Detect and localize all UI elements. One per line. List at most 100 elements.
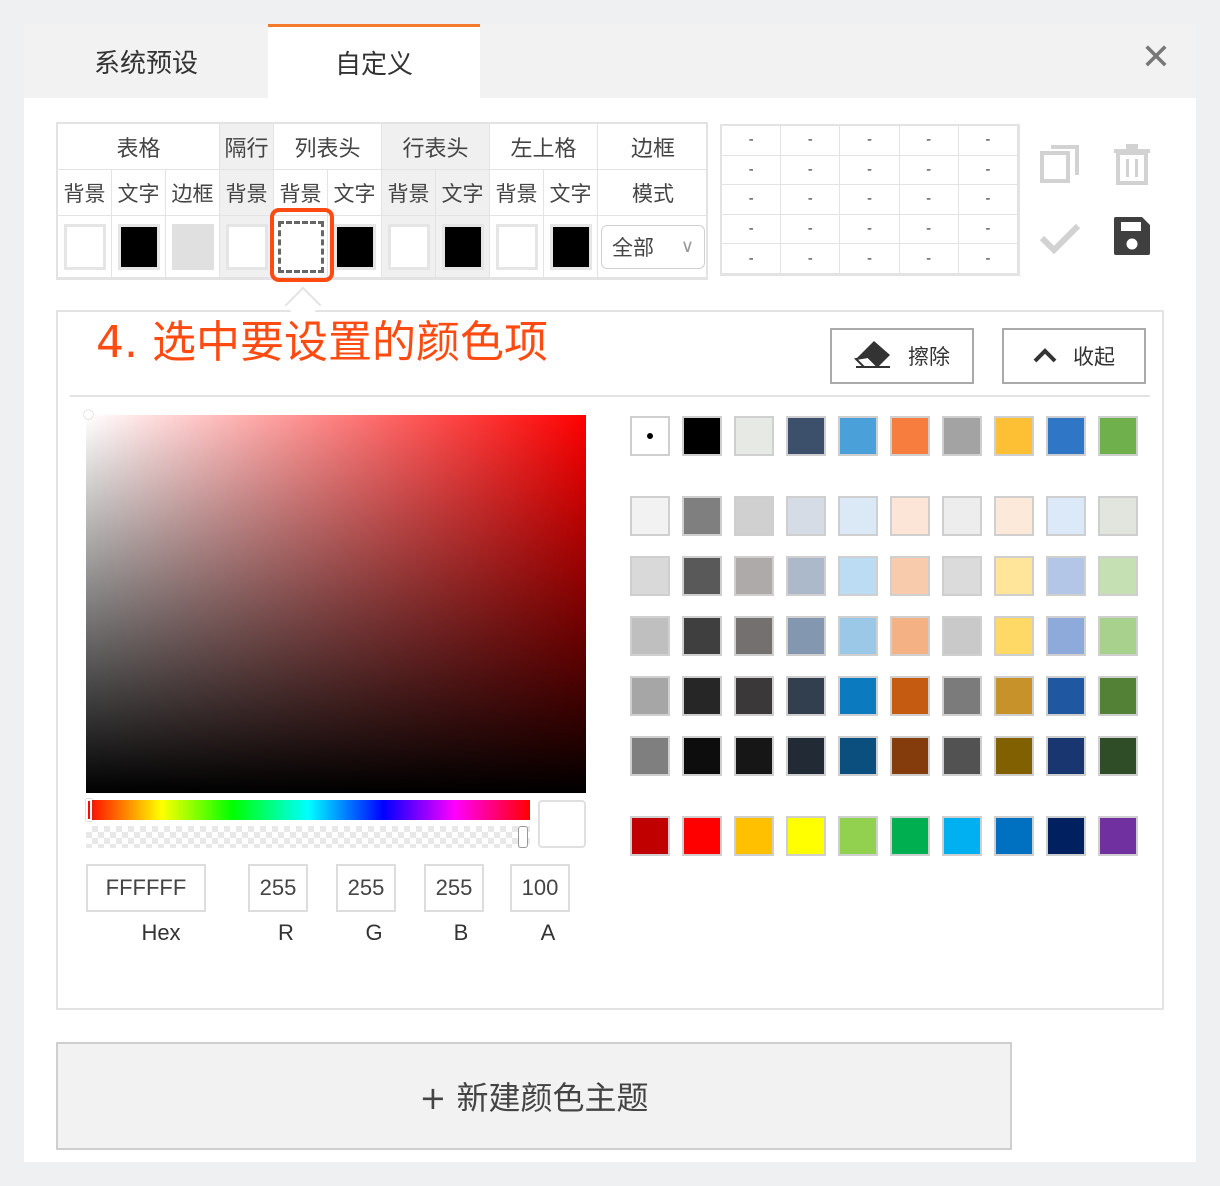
palette-swatch[interactable] xyxy=(994,416,1034,456)
palette-swatch[interactable] xyxy=(838,416,878,456)
palette-swatch[interactable] xyxy=(1098,816,1138,856)
column-header-bg-swatch[interactable] xyxy=(277,220,324,273)
table-text-swatch[interactable] xyxy=(117,223,160,270)
table-border-swatch[interactable] xyxy=(171,223,214,270)
palette-swatch[interactable] xyxy=(890,816,930,856)
alpha-handle[interactable] xyxy=(518,826,528,848)
palette-swatch[interactable] xyxy=(734,416,774,456)
palette-swatch[interactable] xyxy=(942,736,982,776)
sv-cursor[interactable] xyxy=(84,410,93,419)
saturation-value-area[interactable] xyxy=(86,415,586,793)
top-left-bg-swatch[interactable] xyxy=(495,223,538,270)
palette-swatch[interactable] xyxy=(734,556,774,596)
palette-swatch[interactable] xyxy=(786,816,826,856)
palette-swatch[interactable] xyxy=(942,616,982,656)
palette-swatch[interactable] xyxy=(942,496,982,536)
palette-swatch[interactable] xyxy=(786,676,826,716)
palette-swatch[interactable] xyxy=(1098,416,1138,456)
palette-swatch[interactable] xyxy=(994,816,1034,856)
palette-swatch[interactable] xyxy=(786,736,826,776)
hex-input[interactable] xyxy=(86,864,206,912)
palette-swatch[interactable] xyxy=(890,616,930,656)
palette-swatch[interactable] xyxy=(1098,676,1138,716)
palette-swatch-selected[interactable] xyxy=(630,416,670,456)
palette-swatch[interactable] xyxy=(786,556,826,596)
erase-button[interactable]: 擦除 xyxy=(830,328,974,384)
palette-swatch[interactable] xyxy=(734,736,774,776)
palette-swatch[interactable] xyxy=(1046,556,1086,596)
collapse-button[interactable]: 收起 xyxy=(1002,328,1146,384)
border-mode-select[interactable]: 全部 ∨ xyxy=(601,224,705,269)
palette-swatch[interactable] xyxy=(942,556,982,596)
palette-swatch[interactable] xyxy=(682,616,722,656)
palette-swatch[interactable] xyxy=(786,496,826,536)
palette-swatch[interactable] xyxy=(682,496,722,536)
palette-swatch[interactable] xyxy=(838,736,878,776)
palette-swatch[interactable] xyxy=(838,676,878,716)
palette-swatch[interactable] xyxy=(1098,556,1138,596)
check-icon[interactable] xyxy=(1038,216,1082,260)
palette-swatch[interactable] xyxy=(734,496,774,536)
palette-swatch[interactable] xyxy=(682,676,722,716)
top-left-text-swatch[interactable] xyxy=(549,223,592,270)
palette-swatch[interactable] xyxy=(838,816,878,856)
b-input[interactable] xyxy=(424,864,484,912)
save-icon[interactable] xyxy=(1110,214,1154,258)
palette-swatch[interactable] xyxy=(890,496,930,536)
palette-swatch[interactable] xyxy=(1098,616,1138,656)
palette-swatch[interactable] xyxy=(734,616,774,656)
palette-swatch[interactable] xyxy=(630,616,670,656)
row-header-bg-swatch[interactable] xyxy=(387,223,430,270)
palette-swatch[interactable] xyxy=(838,556,878,596)
palette-swatch[interactable] xyxy=(1046,676,1086,716)
new-color-theme-button[interactable]: + 新建颜色主题 xyxy=(56,1042,1012,1150)
palette-swatch[interactable] xyxy=(942,816,982,856)
hue-slider[interactable] xyxy=(86,800,530,820)
palette-swatch[interactable] xyxy=(682,416,722,456)
table-bg-swatch[interactable] xyxy=(63,223,106,270)
tab-system-preset[interactable]: 系统预设 xyxy=(24,24,268,98)
palette-swatch[interactable] xyxy=(994,556,1034,596)
palette-swatch[interactable] xyxy=(682,736,722,776)
r-input[interactable] xyxy=(248,864,308,912)
palette-swatch[interactable] xyxy=(1046,816,1086,856)
palette-swatch[interactable] xyxy=(1046,416,1086,456)
palette-swatch[interactable] xyxy=(682,556,722,596)
palette-swatch[interactable] xyxy=(630,736,670,776)
palette-swatch[interactable] xyxy=(682,816,722,856)
palette-swatch[interactable] xyxy=(890,416,930,456)
palette-swatch[interactable] xyxy=(1046,616,1086,656)
palette-swatch[interactable] xyxy=(890,736,930,776)
trash-icon[interactable] xyxy=(1110,142,1154,186)
palette-swatch[interactable] xyxy=(786,416,826,456)
palette-swatch[interactable] xyxy=(838,496,878,536)
palette-swatch[interactable] xyxy=(994,736,1034,776)
palette-swatch[interactable] xyxy=(1046,736,1086,776)
column-header-text-swatch[interactable] xyxy=(333,223,376,270)
g-input[interactable] xyxy=(336,864,396,912)
palette-swatch[interactable] xyxy=(630,676,670,716)
palette-swatch[interactable] xyxy=(890,676,930,716)
alt-row-bg-swatch[interactable] xyxy=(225,223,268,270)
palette-swatch[interactable] xyxy=(1046,496,1086,536)
palette-swatch[interactable] xyxy=(734,816,774,856)
row-header-text-swatch[interactable] xyxy=(441,223,484,270)
palette-swatch[interactable] xyxy=(838,616,878,656)
palette-swatch[interactable] xyxy=(630,496,670,536)
close-icon[interactable]: ✕ xyxy=(1136,38,1176,78)
palette-swatch[interactable] xyxy=(942,676,982,716)
palette-swatch[interactable] xyxy=(994,616,1034,656)
hue-handle[interactable] xyxy=(86,799,92,821)
palette-swatch[interactable] xyxy=(1098,496,1138,536)
alpha-slider[interactable] xyxy=(86,826,530,848)
palette-swatch[interactable] xyxy=(630,556,670,596)
palette-swatch[interactable] xyxy=(734,676,774,716)
palette-swatch[interactable] xyxy=(1098,736,1138,776)
palette-swatch[interactable] xyxy=(994,496,1034,536)
palette-swatch[interactable] xyxy=(994,676,1034,716)
palette-swatch[interactable] xyxy=(942,416,982,456)
palette-swatch[interactable] xyxy=(890,556,930,596)
tab-custom[interactable]: 自定义 xyxy=(268,24,480,98)
a-input[interactable] xyxy=(510,864,570,912)
palette-swatch[interactable] xyxy=(786,616,826,656)
